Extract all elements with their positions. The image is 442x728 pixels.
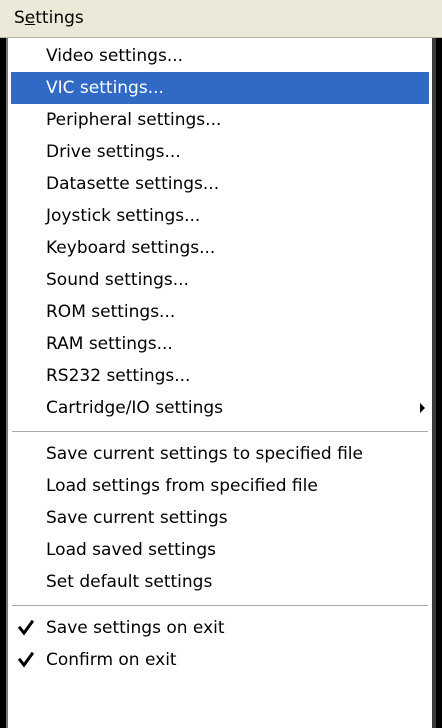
screen: Settings Video settings... VIC settings.…: [0, 0, 442, 728]
menu-item-vic-settings[interactable]: VIC settings...: [11, 72, 429, 104]
menu-item-label: Save current settings: [46, 508, 228, 528]
menu-bar: Settings: [0, 0, 442, 38]
checkmark-icon: [17, 651, 35, 668]
menu-separator: [12, 431, 428, 433]
menu-item-label: Datasette settings...: [46, 174, 220, 194]
triangle-right-icon: [420, 403, 425, 413]
menu-item-cartridge-io-settings[interactable]: Cartridge/IO settings: [11, 392, 429, 424]
menu-item-label: Joystick settings...: [46, 206, 201, 226]
menu-settings-title[interactable]: Settings: [14, 7, 84, 29]
menu-item-joystick-settings[interactable]: Joystick settings...: [11, 200, 429, 232]
checkmark-icon: [17, 619, 35, 636]
menu-title-prefix: S: [14, 8, 25, 28]
menu-item-sound-settings[interactable]: Sound settings...: [11, 264, 429, 296]
menu-item-save-settings-to-file[interactable]: Save current settings to specified file: [11, 438, 429, 470]
menu-item-video-settings[interactable]: Video settings...: [11, 40, 429, 72]
menu-item-save-settings-on-exit[interactable]: Save settings on exit: [11, 612, 429, 644]
menu-item-save-current-settings[interactable]: Save current settings: [11, 502, 429, 534]
menu-item-ram-settings[interactable]: RAM settings...: [11, 328, 429, 360]
menu-item-load-settings-from-file[interactable]: Load settings from specified file: [11, 470, 429, 502]
menu-item-label: Drive settings...: [46, 142, 181, 162]
menu-item-label: Save current settings to specified file: [46, 444, 363, 464]
menu-item-label: RAM settings...: [46, 334, 173, 354]
menu-item-label: RS232 settings...: [46, 366, 191, 386]
menu-item-label: Keyboard settings...: [46, 238, 216, 258]
menu-item-label: Sound settings...: [46, 270, 189, 290]
menu-item-set-default-settings[interactable]: Set default settings: [11, 566, 429, 598]
menu-separator: [12, 605, 428, 607]
menu-item-load-saved-settings[interactable]: Load saved settings: [11, 534, 429, 566]
menu-item-label: Save settings on exit: [46, 618, 225, 638]
menu-item-label: Load saved settings: [46, 540, 216, 560]
menu-item-label: ROM settings...: [46, 302, 176, 322]
menu-item-label: Load settings from specified file: [46, 476, 318, 496]
menu-item-rom-settings[interactable]: ROM settings...: [11, 296, 429, 328]
settings-dropdown-menu: Video settings... VIC settings... Periph…: [6, 38, 436, 728]
menu-item-label: Set default settings: [46, 572, 213, 592]
menu-title-rest: ttings: [35, 8, 84, 28]
menu-item-label: Video settings...: [46, 46, 184, 66]
menu-item-label: VIC settings...: [46, 78, 164, 98]
menu-title-mnemonic: e: [24, 8, 36, 28]
menu-item-label: Peripheral settings...: [46, 110, 222, 130]
menu-item-keyboard-settings[interactable]: Keyboard settings...: [11, 232, 429, 264]
menu-item-confirm-on-exit[interactable]: Confirm on exit: [11, 644, 429, 676]
menu-item-rs232-settings[interactable]: RS232 settings...: [11, 360, 429, 392]
menu-item-drive-settings[interactable]: Drive settings...: [11, 136, 429, 168]
menu-item-label: Cartridge/IO settings: [46, 398, 224, 418]
menu-item-datasette-settings[interactable]: Datasette settings...: [11, 168, 429, 200]
menu-item-peripheral-settings[interactable]: Peripheral settings...: [11, 104, 429, 136]
menu-item-label: Confirm on exit: [46, 650, 177, 670]
